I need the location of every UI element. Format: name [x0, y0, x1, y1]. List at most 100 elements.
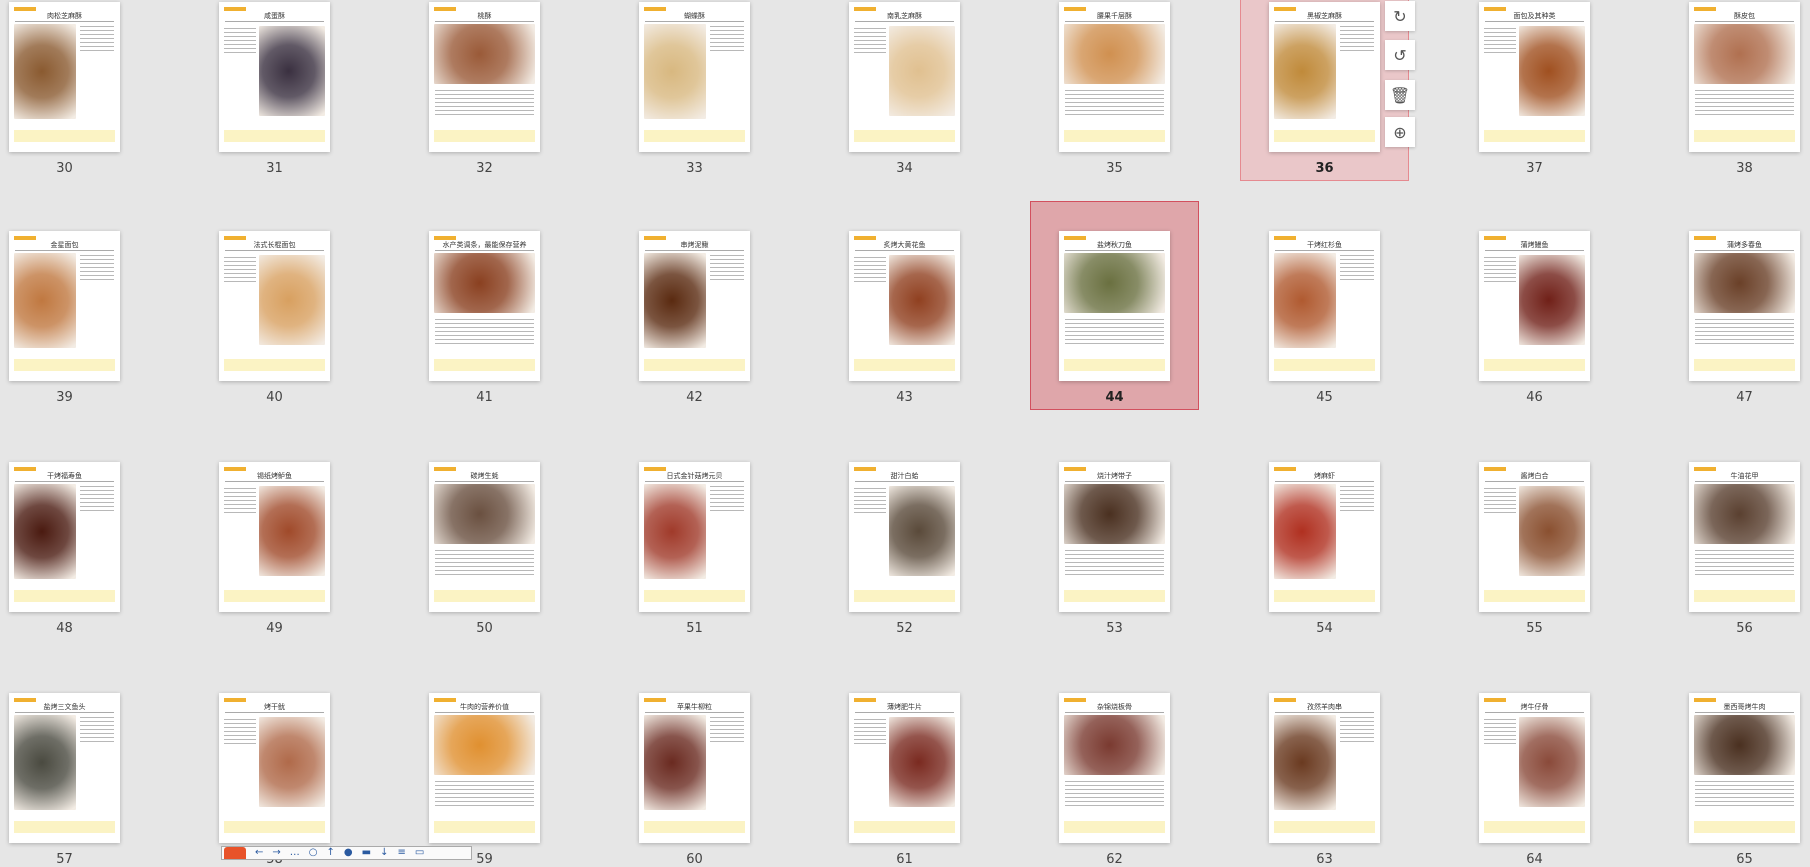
page-thumbnail[interactable]: 锡纸烤鲈鱼	[219, 462, 330, 612]
title-rule	[855, 712, 954, 713]
page-thumbnail[interactable]: 面包及其种类	[1479, 2, 1590, 152]
title-rule	[225, 712, 324, 713]
page-thumbnail[interactable]: 肉松芝麻酥	[9, 2, 120, 152]
page-thumbnail[interactable]: 南乳芝麻酥	[849, 2, 960, 152]
page-thumbnail[interactable]: 烤干鱿	[219, 693, 330, 843]
food-photo	[14, 24, 76, 119]
page-number: 53	[1106, 621, 1123, 636]
title-rule	[1275, 250, 1374, 251]
page-thumbnail[interactable]: 孜然羊肉串	[1269, 693, 1380, 843]
page-thumbnail[interactable]: 日式金针菇烤元贝	[639, 462, 750, 612]
page-text	[1695, 550, 1794, 578]
page-title: 蒲烤多春鱼	[1727, 241, 1762, 249]
page-thumbnail[interactable]: 薄烤肥牛片	[849, 693, 960, 843]
food-photo	[644, 715, 706, 810]
page-number: 48	[56, 621, 73, 636]
page-number: 33	[686, 161, 703, 176]
page-thumbnail[interactable]: 甜汁白蛤	[849, 462, 960, 612]
title-rule	[1695, 21, 1794, 22]
tip-box	[1484, 821, 1585, 833]
toolbar-icon[interactable]: ↓	[380, 847, 388, 858]
toolbar-icon[interactable]: ▭	[415, 847, 424, 858]
title-rule	[225, 250, 324, 251]
food-photo	[1274, 253, 1336, 348]
page-thumbnail[interactable]: 蒲烤多春鱼	[1689, 231, 1800, 381]
page-thumbnail[interactable]: 烤牛仔骨	[1479, 693, 1590, 843]
page-text	[224, 719, 256, 747]
tip-box	[224, 130, 325, 142]
trash-button[interactable]: 🗑	[1385, 80, 1415, 110]
page-thumbnail[interactable]: 蒲烤鳗鱼	[1479, 231, 1590, 381]
page-thumbnail[interactable]: 串烤泥鳅	[639, 231, 750, 381]
page-thumbnail[interactable]: 盐烤秋刀鱼	[1059, 231, 1170, 381]
food-photo	[1274, 484, 1336, 579]
page-thumbnail[interactable]: 牛肉的营养价值	[429, 693, 540, 843]
toolbar-icon[interactable]: ↑	[327, 847, 335, 858]
page-thumbnail[interactable]: 法式长棍面包	[219, 231, 330, 381]
tip-box	[1064, 590, 1165, 602]
page-number: 57	[56, 852, 73, 867]
page-thumbnail[interactable]: 碳烤生蚝	[429, 462, 540, 612]
page-thumbnail[interactable]: 酥皮包	[1689, 2, 1800, 152]
page-number: 45	[1316, 390, 1333, 405]
page-thumbnail[interactable]: 墨西哥烤牛肉	[1689, 693, 1800, 843]
page-number: 52	[896, 621, 913, 636]
page-number: 50	[476, 621, 493, 636]
page-thumbnail[interactable]: 水产类调条，最能保存营养	[429, 231, 540, 381]
page-thumbnail[interactable]: 桃酥	[429, 2, 540, 152]
page-thumbnail[interactable]: 酱烤白合	[1479, 462, 1590, 612]
page-number: 44	[1105, 390, 1124, 405]
food-photo	[434, 24, 535, 84]
tip-box	[1694, 821, 1795, 833]
food-photo	[1694, 715, 1795, 775]
tip-box	[434, 821, 535, 833]
page-thumbnail[interactable]: 杂锦烧板骨	[1059, 693, 1170, 843]
page-thumbnail[interactable]: 盐烤三文鱼头	[9, 693, 120, 843]
page-thumbnail[interactable]: 苹果牛柳粒	[639, 693, 750, 843]
page-thumbnail[interactable]: 烤麻虾	[1269, 462, 1380, 612]
page-number: 47	[1736, 390, 1753, 405]
page-text	[1484, 257, 1516, 285]
tip-box	[1064, 821, 1165, 833]
page-number: 38	[1736, 161, 1753, 176]
page-thumbnail[interactable]: 牛油花甲	[1689, 462, 1800, 612]
toolbar-icon[interactable]: ●	[344, 847, 353, 858]
page-thumbnail[interactable]: 蝴蝶酥	[639, 2, 750, 152]
page-title: 黑椒芝麻酥	[1307, 12, 1342, 20]
page-thumbnail[interactable]: 腰果千层酥	[1059, 2, 1170, 152]
title-rule	[645, 712, 744, 713]
toolbar-icon[interactable]: →	[272, 847, 280, 858]
rotate-clockwise-button[interactable]: ↻	[1385, 1, 1415, 31]
page-title: 烤麻虾	[1314, 472, 1335, 480]
zoom-in-button[interactable]: ⊕	[1385, 117, 1415, 147]
toolbar-icon[interactable]: ←	[255, 847, 263, 858]
page-text	[1484, 28, 1516, 56]
page-title: 薄烤肥牛片	[887, 703, 922, 711]
page-thumbnail[interactable]: 黑椒芝麻酥	[1269, 2, 1380, 152]
trash-icon: 🗑	[1389, 85, 1411, 105]
page-thumbnail[interactable]: 干烤福寿鱼	[9, 462, 120, 612]
title-rule	[1485, 712, 1584, 713]
title-rule	[645, 481, 744, 482]
toolbar-icon[interactable]: …	[290, 847, 300, 858]
page-thumbnail[interactable]: 炙烤大黄花鱼	[849, 231, 960, 381]
page-title: 锡纸烤鲈鱼	[257, 472, 292, 480]
toolbar-icon[interactable]: ○	[309, 847, 318, 858]
food-photo	[1064, 24, 1165, 84]
page-thumbnail[interactable]: 干烤红杉鱼	[1269, 231, 1380, 381]
page-title: 牛肉的营养价值	[460, 703, 509, 711]
page-title: 串烤泥鳅	[680, 241, 709, 249]
page-text	[80, 26, 114, 54]
page-title: 孜然羊肉串	[1307, 703, 1342, 711]
rotate-counterclockwise-button[interactable]: ↺	[1385, 40, 1415, 70]
page-thumbnail[interactable]: 咸蛋酥	[219, 2, 330, 152]
page-text	[1695, 90, 1794, 118]
page-thumbnail[interactable]: 金星面包	[9, 231, 120, 381]
page-number: 49	[266, 621, 283, 636]
page-thumbnail[interactable]: 烧汁烤带子	[1059, 462, 1170, 612]
page-title: 桃酥	[477, 12, 492, 20]
toolbar-icon[interactable]: ▬	[362, 847, 371, 858]
title-rule	[855, 481, 954, 482]
toolbar-icon[interactable]: ≡	[397, 847, 405, 858]
page-text	[1065, 781, 1164, 809]
